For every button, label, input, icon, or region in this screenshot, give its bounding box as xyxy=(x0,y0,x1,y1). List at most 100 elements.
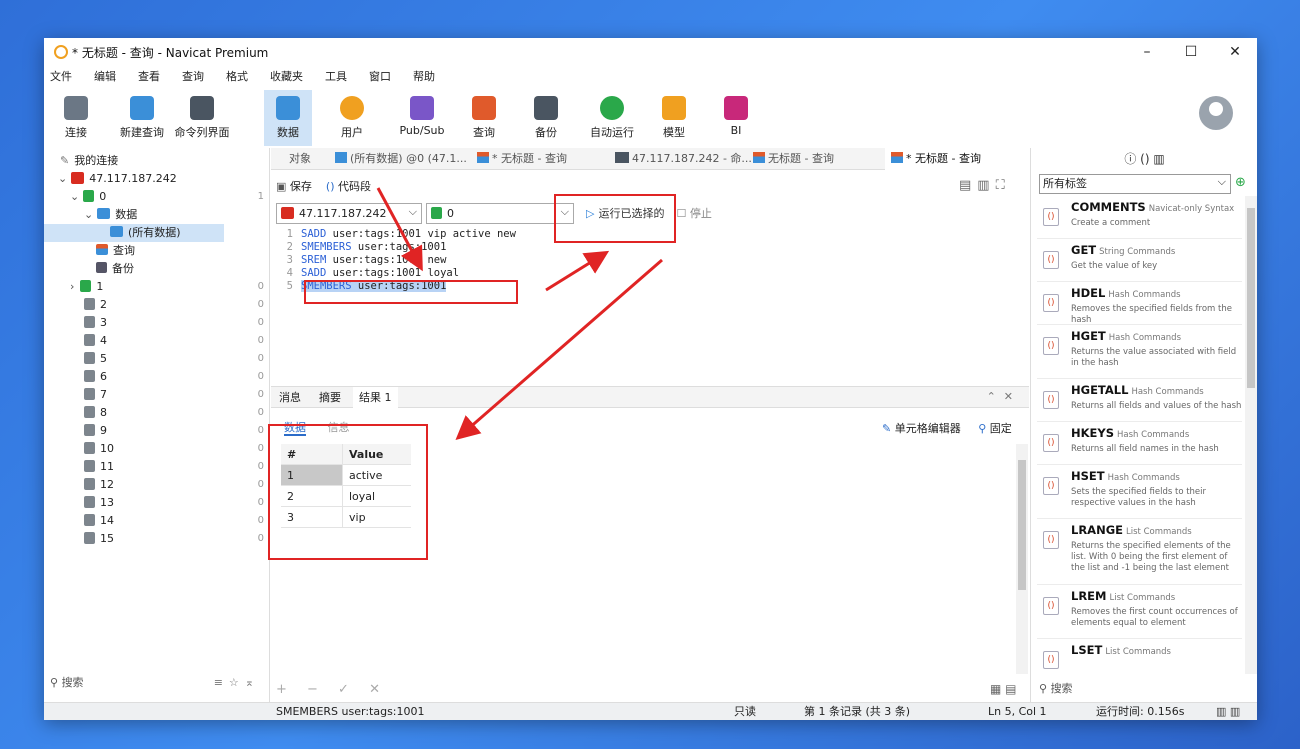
snippet-icon: () xyxy=(1043,597,1059,615)
snippet-item[interactable]: () HKEYS Hash Commands Returns all field … xyxy=(1037,422,1242,465)
minimize-button[interactable]: – xyxy=(1125,38,1169,66)
snippet-item[interactable]: () HGETALL Hash Commands Returns all fiel… xyxy=(1037,379,1242,422)
user-button[interactable]: 用户 xyxy=(332,90,372,146)
menu-format[interactable]: 格式 xyxy=(220,68,254,86)
model-button[interactable]: 模型 xyxy=(654,90,694,146)
result-scrollbar[interactable] xyxy=(1016,444,1028,674)
tree-db[interactable]: 13 0 xyxy=(44,494,270,512)
menu-help[interactable]: 帮助 xyxy=(407,68,441,86)
tree-db[interactable]: 11 0 xyxy=(44,458,270,476)
table-icon xyxy=(335,152,347,163)
snippet-icon: () xyxy=(1043,531,1059,549)
pin-button[interactable]: ⚲ 固定 xyxy=(978,422,1012,435)
tree-db[interactable]: 90 xyxy=(44,422,270,440)
snippet-icon: () xyxy=(1043,391,1059,409)
tree-db[interactable]: 20 xyxy=(44,296,270,314)
menu-view[interactable]: 查看 xyxy=(132,68,166,86)
snippet-item[interactable]: () HGET Hash Commands Returns the value a… xyxy=(1037,325,1242,379)
menu-file[interactable]: 文件 xyxy=(44,68,78,86)
layout-toggle-icons[interactable]: ▤▥⛶ xyxy=(959,178,1011,193)
database-icon xyxy=(84,388,95,400)
tree-db[interactable]: 12 0 xyxy=(44,476,270,494)
menu-query[interactable]: 查询 xyxy=(176,68,210,86)
data-button[interactable]: 数据 xyxy=(264,90,312,146)
result-right-tools: ✎ 单元格编辑器 ⚲ 固定 xyxy=(882,420,1012,436)
query-button[interactable]: 查询 xyxy=(464,90,504,146)
code-editor[interactable]: 1 SADD user:tags:1001 vip active new 2 SME… xyxy=(271,224,1029,384)
panel-toggle-icons[interactable]: ▥ ▥ xyxy=(1216,703,1240,721)
tree-db[interactable]: 70 xyxy=(44,386,270,404)
stop-button[interactable]: ☐ 停止 xyxy=(676,205,711,221)
console-button[interactable]: 命令列界面 xyxy=(172,90,232,146)
editor-toolbar: ▣ 保存 () 代码段 xyxy=(276,178,371,196)
tab-all-data[interactable]: (所有数据) @0 (47.1... xyxy=(335,148,471,170)
backup-button[interactable]: 备份 xyxy=(526,90,566,146)
new-query-button[interactable]: 新建查询 xyxy=(114,90,170,146)
tree-query[interactable]: 查询 xyxy=(44,242,270,260)
row-edit-tools[interactable]: + − ✓ ✕ xyxy=(276,682,388,697)
add-snippet-icon[interactable]: ⊕ xyxy=(1235,175,1246,190)
query-icon xyxy=(477,152,489,163)
close-button[interactable]: ✕ xyxy=(1213,38,1257,66)
menu-favorites[interactable]: 收藏夹 xyxy=(264,68,309,86)
tree-db[interactable]: 50 xyxy=(44,350,270,368)
pubsub-button[interactable]: Pub/Sub xyxy=(394,90,450,146)
menu-window[interactable]: 窗口 xyxy=(363,68,397,86)
tree-db[interactable]: 30 xyxy=(44,314,270,332)
automation-button[interactable]: 自动运行 xyxy=(584,90,640,146)
tree-db[interactable]: 80 xyxy=(44,404,270,422)
collapse-close-icons[interactable]: ⌃✕ xyxy=(987,390,1021,403)
snippet-item[interactable]: () GET String Commands Get the value of k… xyxy=(1037,239,1242,282)
query-icon xyxy=(472,96,496,120)
grid-view-toggle-icon[interactable]: ▦ ▤ xyxy=(990,682,1017,696)
chevron-right-icon: › xyxy=(70,280,75,293)
cell-editor-button[interactable]: ✎ 单元格编辑器 xyxy=(882,422,961,435)
filter-star-tools[interactable]: ≡☆⌅ xyxy=(214,674,260,692)
tag-filter-select[interactable]: 所有标签 xyxy=(1039,173,1231,194)
tab-console[interactable]: 47.117.187.242 - 命... xyxy=(615,148,751,170)
user-avatar[interactable] xyxy=(1199,96,1233,130)
tree-db[interactable]: 60 xyxy=(44,368,270,386)
snippet-item[interactable]: () LSET List Commands xyxy=(1037,639,1242,673)
database-icon xyxy=(84,334,95,346)
tree-db[interactable]: 14 0 xyxy=(44,512,270,530)
snippet-item[interactable]: () COMMENTS Navicat-only Syntax Create a … xyxy=(1037,196,1242,239)
connection-select[interactable]: 47.117.187.242 xyxy=(276,202,422,224)
save-button[interactable]: ▣ 保存 xyxy=(276,178,312,196)
pubsub-icon xyxy=(410,96,434,120)
tab-result-1[interactable]: 结果 1 xyxy=(353,387,398,409)
tab-query-active[interactable]: * 无标题 - 查询 xyxy=(885,148,1029,170)
snippet-item[interactable]: () HDEL Hash Commands Removes the specifi… xyxy=(1037,282,1242,325)
snippet-item[interactable]: () HSET Hash Commands Sets the specified … xyxy=(1037,465,1242,519)
tab-query-1[interactable]: * 无标题 - 查询 xyxy=(477,148,613,170)
tree-db-0[interactable]: ⌄ 0 1 xyxy=(44,188,270,206)
menu-tools[interactable]: 工具 xyxy=(319,68,353,86)
tree-connection[interactable]: ⌄ 47.117.187.242 xyxy=(44,170,270,188)
tab-objects[interactable]: 对象 xyxy=(289,148,329,170)
tab-query-2[interactable]: 无标题 - 查询 xyxy=(753,148,883,170)
tree-data-folder[interactable]: ⌄ 数据 xyxy=(44,206,270,224)
tab-messages[interactable]: 消息 xyxy=(273,387,307,409)
tree-db[interactable]: 10 0 xyxy=(44,440,270,458)
tab-summary[interactable]: 摘要 xyxy=(313,387,347,409)
maximize-button[interactable]: ☐ xyxy=(1169,38,1213,66)
snippet-panel-header-icons[interactable]: ⓘ () ▥ xyxy=(1031,148,1258,170)
database-select[interactable]: 0 xyxy=(426,202,574,224)
tree-backup[interactable]: 备份 xyxy=(44,260,270,278)
snippet-item[interactable]: () LRANGE List Commands Returns the speci… xyxy=(1037,519,1242,585)
my-connections-header[interactable]: ✎ 我的连接 xyxy=(44,152,270,170)
redis-icon xyxy=(71,172,85,184)
tree-db[interactable]: 40 xyxy=(44,332,270,350)
snippet-button[interactable]: () 代码段 xyxy=(326,178,371,196)
snippet-scrollbar[interactable] xyxy=(1245,196,1257,674)
bi-button[interactable]: BI xyxy=(716,90,756,146)
table-icon xyxy=(110,226,123,237)
tree-db[interactable]: 15 0 xyxy=(44,530,270,548)
connection-search[interactable]: ⚲ 搜索 ≡☆⌅ xyxy=(50,674,264,692)
snippet-item[interactable]: () LREM List Commands Removes the first c… xyxy=(1037,585,1242,639)
connection-button[interactable]: 连接 xyxy=(58,90,94,146)
menu-edit[interactable]: 编辑 xyxy=(88,68,122,86)
tree-all-data[interactable]: (所有数据) xyxy=(44,224,224,242)
tree-db[interactable]: › 1 0 xyxy=(44,278,270,296)
snippet-search[interactable]: ⚲ 搜索 xyxy=(1039,680,1073,698)
